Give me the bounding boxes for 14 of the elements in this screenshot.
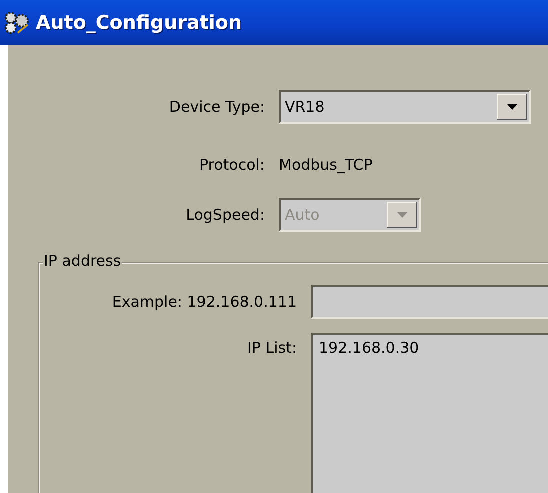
ip-input-field[interactable] (311, 285, 548, 319)
dropdown[interactable]: VR18 (279, 90, 531, 124)
field-label: Device Type: (168, 98, 265, 116)
protocol-value: Modbus_TCP (279, 156, 374, 174)
field-label: IP List: (246, 338, 297, 357)
window-title: Auto_Configuration (36, 12, 242, 34)
field-label: LogSpeed: (185, 206, 265, 224)
dropdown-arrow-icon (396, 212, 408, 218)
list-item[interactable]: 192.168.0.30 (319, 339, 548, 357)
dropdown-arrow-icon (506, 104, 518, 110)
field-label: Protocol: (198, 156, 265, 174)
field-label: Example: 192.168.0.111 (111, 293, 297, 311)
ip-list-box[interactable]: 192.168.0.30 (311, 333, 548, 493)
gears-icon (4, 10, 30, 34)
